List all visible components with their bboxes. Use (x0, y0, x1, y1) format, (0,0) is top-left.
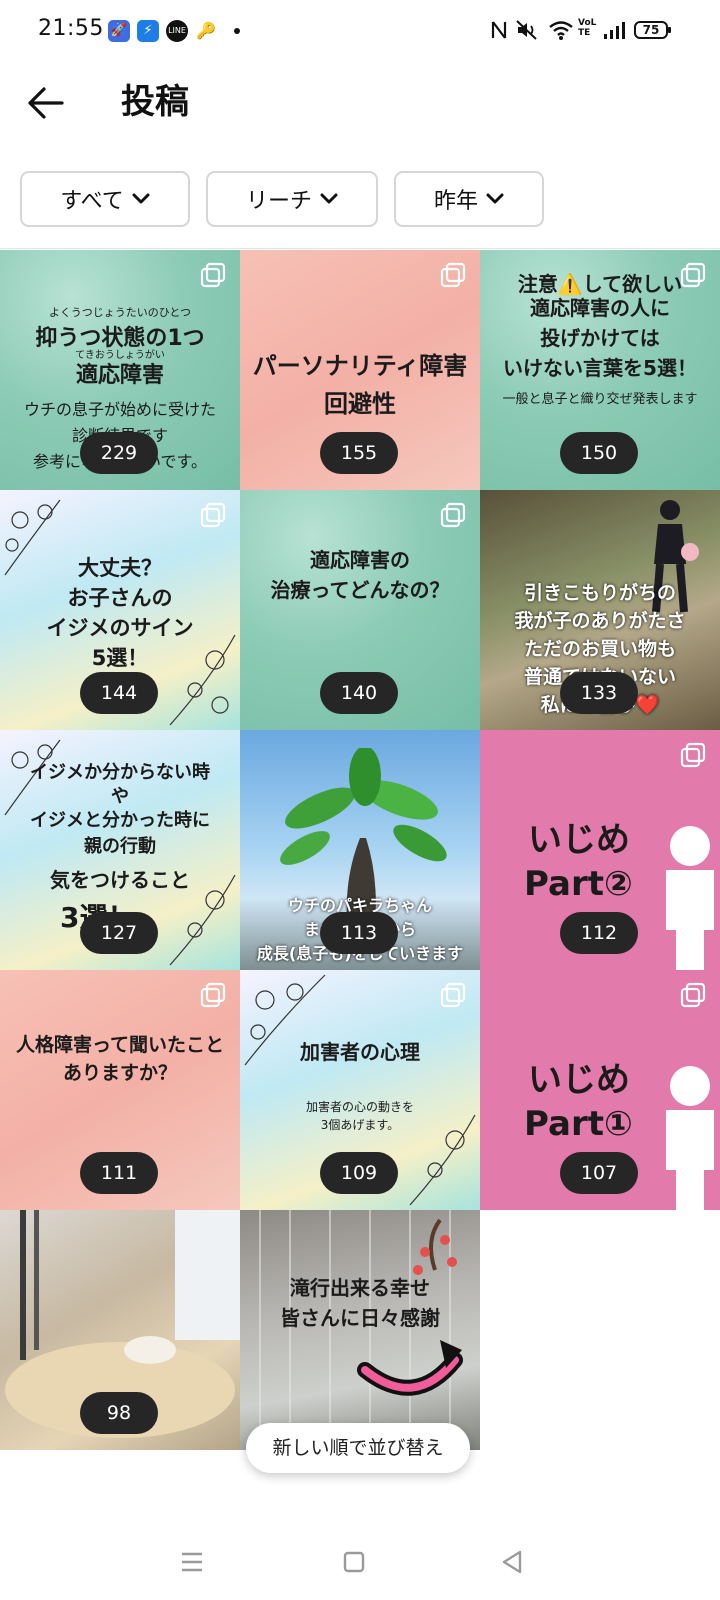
post-title: 適応障害 (75, 363, 164, 388)
carousel-icon (200, 982, 226, 1008)
reach-count-badge: 150 (560, 432, 638, 474)
status-bar: 21:55 🚀 ⚡ LINE 🔑 VoLTE 75 (0, 0, 720, 62)
notification-dot (234, 28, 240, 34)
reach-count-badge: 109 (320, 1152, 398, 1194)
post-subtitle: ウチの息子が始めに受けた (23, 400, 216, 419)
chevron-down-icon (320, 193, 338, 204)
post-title: 我が子のありがたさ (514, 610, 686, 632)
reach-count-badge: 144 (80, 672, 158, 714)
signal-icon (604, 22, 625, 39)
nfc-icon (491, 21, 507, 39)
post-tile[interactable]: 注意⚠️して欲しい 適応障害の人に 投げかけては いけない言葉を5選！ 一般と息… (480, 250, 720, 490)
arrow-left-icon[interactable] (22, 80, 70, 126)
mute-icon (516, 20, 537, 40)
post-title: ありますか？ (62, 1062, 177, 1084)
carousel-icon (200, 262, 226, 288)
rocket-icon: 🚀 (108, 20, 130, 42)
post-title: 人格障害って聞いたこと (15, 1034, 225, 1056)
post-tile[interactable]: イジメか分からない時 や イジメと分かった時に 親の行動 気をつけること 3選！… (0, 730, 240, 970)
sort-newest-button[interactable]: 新しい順で並び替え (246, 1423, 470, 1473)
reach-count-badge: 112 (560, 912, 638, 954)
filter-label: 昨年 (433, 189, 478, 214)
post-title: 投げかけては (540, 326, 660, 350)
filter-label: リーチ (245, 189, 312, 214)
carousel-icon (200, 502, 226, 528)
post-tile[interactable]: いじめ Part② 112 (480, 730, 720, 970)
reach-count-badge: 229 (80, 432, 158, 474)
post-tile[interactable]: 98 (0, 1210, 240, 1450)
reach-count-badge: 155 (320, 432, 398, 474)
carousel-icon (440, 982, 466, 1008)
volte-icon: VoLTE (578, 18, 597, 38)
reach-count-badge: 140 (320, 672, 398, 714)
post-tile[interactable]: ウチのパキラちゃん まだ小さいから 成長(息子も)をしていきます 113 (240, 730, 480, 970)
status-time: 21:55 (38, 16, 104, 41)
post-title: イジメのサイン (46, 616, 194, 640)
post-tile[interactable]: パーソナリティ障害 回避性 155 (240, 250, 480, 490)
post-title: ただのお買い物も (523, 638, 676, 660)
carousel-icon (680, 262, 706, 288)
filter-content-type[interactable]: すべて (20, 171, 190, 227)
reach-count-badge: 98 (80, 1392, 158, 1434)
filter-metric[interactable]: リーチ (206, 171, 378, 227)
reach-count-badge: 107 (560, 1152, 638, 1194)
post-tile[interactable]: 滝行出来る幸せ 皆さんに日々感謝 91 (240, 1210, 480, 1450)
carousel-icon (680, 742, 706, 768)
post-subtitle: 一般と息子と織り交ぜ発表します (502, 392, 698, 407)
carousel-icon (440, 262, 466, 288)
post-title: や (111, 786, 129, 807)
post-title: イジメと分かった時に (30, 810, 210, 831)
post-subtitle: 加害者の心の動きを (305, 1100, 414, 1114)
post-subtitle: 3個あげます。 (320, 1118, 400, 1132)
reach-count-badge: 113 (320, 912, 398, 954)
key-icon: 🔑 (196, 21, 216, 40)
post-title: お子さんの (67, 586, 173, 610)
menu-icon[interactable] (170, 1540, 214, 1584)
post-title: いけない言葉を5選！ (503, 356, 697, 380)
post-tile[interactable]: いじめ Part① 107 (480, 970, 720, 1210)
post-tile[interactable]: 適応障害の 治療ってどんなの？ 140 (240, 490, 480, 730)
filter-time-range[interactable]: 昨年 (394, 171, 544, 227)
chevron-down-icon (132, 193, 150, 204)
post-title: 滝行出来る幸せ (290, 1276, 430, 1300)
post-tile[interactable]: 引きこもりがちの 我が子のありがたさ ただのお買い物も 普通ではないない 私には… (480, 490, 720, 730)
post-title: 皆さんに日々感謝 (280, 1306, 440, 1330)
page-title: 投稿 (121, 82, 189, 122)
post-furigana: よくうつじょうたいのひとつ (48, 306, 191, 319)
post-title: 適応障害の (310, 548, 410, 572)
post-title: 気をつけること (50, 868, 190, 892)
post-title: 適応障害の人に (530, 296, 670, 320)
home-square-icon[interactable] (332, 1540, 376, 1584)
carousel-icon (440, 502, 466, 528)
bolt-icon: ⚡ (137, 20, 159, 42)
battery-indicator: 75 (634, 21, 671, 39)
post-title: Part② (524, 864, 633, 904)
filter-label: すべて (60, 189, 124, 214)
divider (0, 248, 720, 249)
reach-count-badge: 133 (560, 672, 638, 714)
post-title: 大丈夫？ (78, 556, 162, 580)
post-tile[interactable]: 人格障害って聞いたこと ありますか？ 111 (0, 970, 240, 1210)
chevron-down-icon (486, 193, 504, 204)
post-title: 5選！ (91, 646, 149, 670)
reach-count-badge: 127 (80, 912, 158, 954)
post-title: イジメか分からない時 (30, 762, 210, 783)
post-tile[interactable]: 加害者の心理 加害者の心の動きを 3個あげます。 109 (240, 970, 480, 1210)
post-title: Part① (524, 1104, 633, 1144)
reach-count-badge: 111 (80, 1152, 158, 1194)
post-title: 回避性 (324, 390, 396, 418)
line-icon: LINE (166, 20, 188, 42)
post-tile[interactable]: 大丈夫？ お子さんの イジメのサイン 5選！ 144 (0, 490, 240, 730)
post-title: 引きこもりがちの (523, 582, 676, 604)
post-title: 親の行動 (84, 836, 156, 857)
wifi-icon (549, 21, 573, 40)
post-title: パーソナリティ障害 (252, 352, 468, 380)
carousel-icon (680, 982, 706, 1008)
post-title: 加害者の心理 (300, 1040, 420, 1064)
post-title: いじめ (528, 1060, 630, 1100)
post-tile[interactable]: よくうつじょうたいのひとつ 抑うつ状態の1つ てきおうしょうがい 適応障害 ウチ… (0, 250, 240, 490)
back-triangle-icon[interactable] (490, 1540, 534, 1584)
post-title: いじめ (528, 820, 630, 860)
post-title: 治療ってどんなの？ (270, 578, 450, 602)
